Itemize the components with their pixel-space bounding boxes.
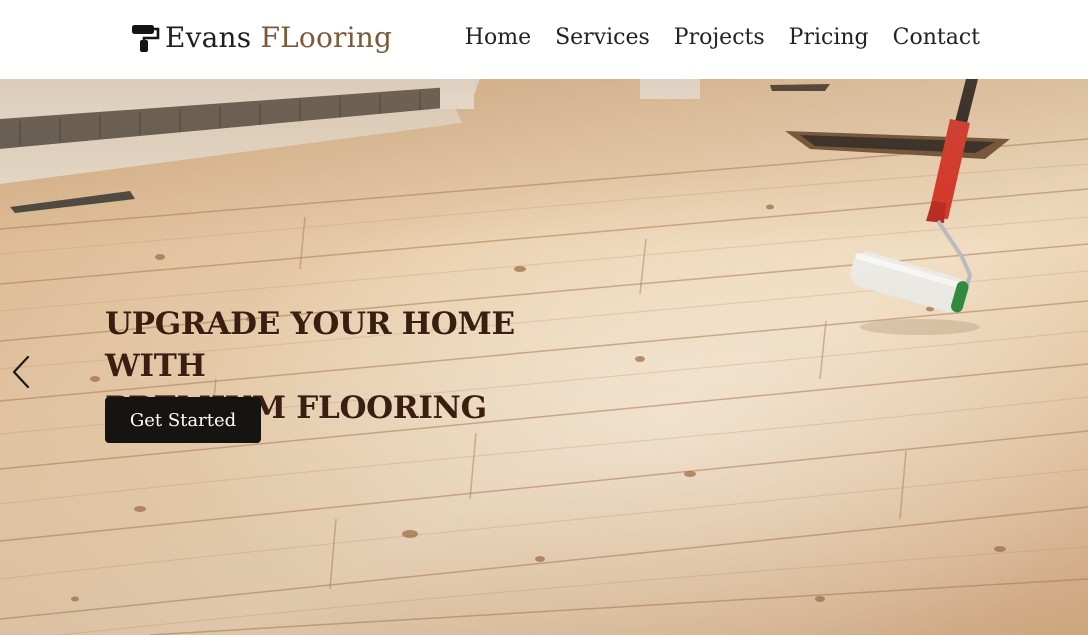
nav-pricing[interactable]: Pricing: [789, 22, 869, 54]
chevron-left-icon[interactable]: [8, 353, 34, 391]
brand-name: Evans FLooring: [165, 22, 392, 54]
main-nav: Home Services Projects Pricing Contact: [465, 22, 980, 54]
brand-name-main: Evans: [165, 21, 261, 54]
brand-logo[interactable]: Evans FLooring: [131, 22, 392, 54]
brand-name-accent: FLooring: [260, 21, 393, 54]
get-started-button[interactable]: Get Started: [105, 397, 261, 443]
nav-services[interactable]: Services: [555, 22, 650, 54]
nav-contact[interactable]: Contact: [893, 22, 980, 54]
hero-heading-line-1: UPGRADE YOUR HOME WITH: [105, 306, 515, 384]
nav-home[interactable]: Home: [465, 22, 531, 54]
paint-roller-icon: [132, 25, 160, 52]
hero-slider: UPGRADE YOUR HOME WITH PREMIUM FLOORING …: [0, 79, 1088, 635]
nav-projects[interactable]: Projects: [674, 22, 765, 54]
site-header: Evans FLooring Home Services Projects Pr…: [0, 0, 1088, 79]
